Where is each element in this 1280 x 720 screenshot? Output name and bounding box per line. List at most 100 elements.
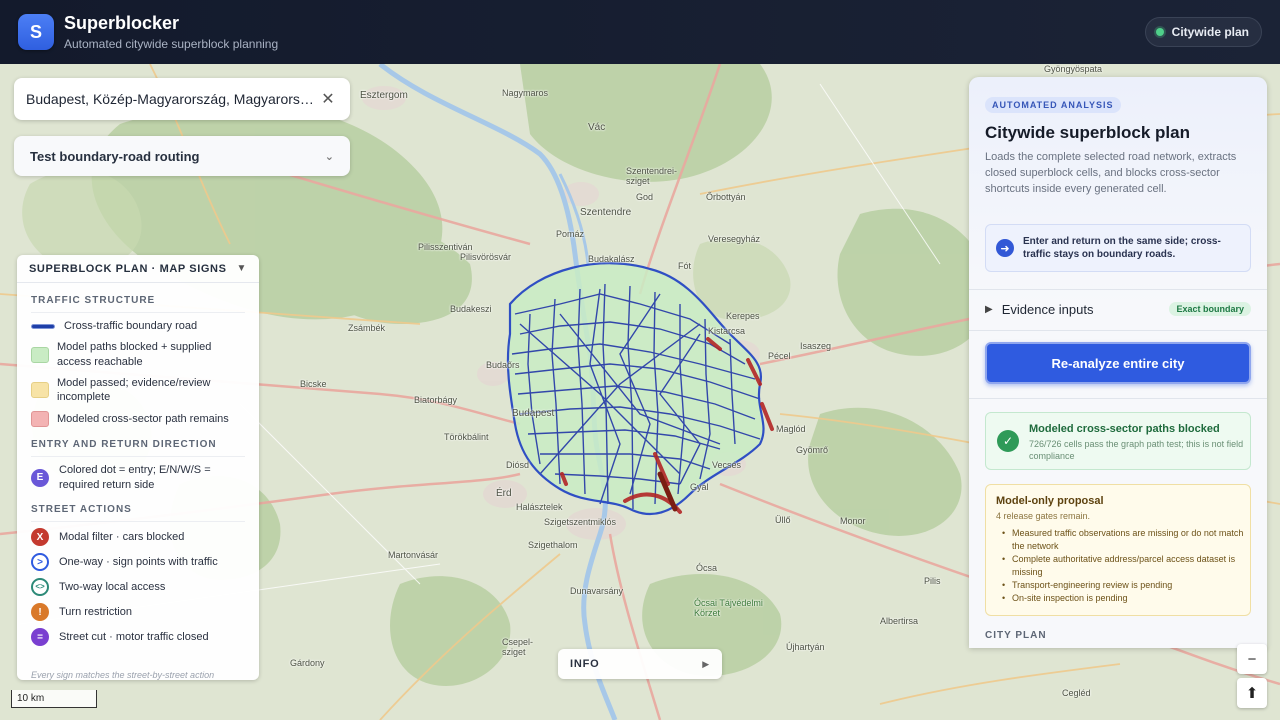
list-item: Complete authoritative address/parcel ac… [1000, 553, 1248, 579]
status-dot-icon [1155, 28, 1164, 36]
legend-item-boundary-road: Cross-traffic boundary road [31, 319, 245, 333]
place-label: Gyál [690, 482, 709, 492]
legend-section-actions: STREET ACTIONS [31, 504, 245, 523]
routing-dropdown[interactable]: Test boundary-road routing ⌄ [14, 136, 350, 176]
routing-tip: ➜ Enter and return on the same side; cro… [985, 224, 1251, 272]
place-label: Isaszeg [800, 341, 832, 351]
divider [969, 330, 1267, 331]
routing-label: Test boundary-road routing [30, 148, 200, 164]
chevron-down-icon: ⌄ [324, 150, 334, 163]
zoom-out-button[interactable]: − [1237, 644, 1267, 674]
place-label: Szigetszentmiklós [544, 517, 617, 527]
place-label: Újhartyán [786, 642, 825, 652]
legend-label: Two-way local access [59, 580, 166, 593]
place-label: Budakeszi [450, 304, 492, 314]
legend-item-passed: Model passed; evidence/review incomplete [31, 376, 245, 405]
place-label: Ócsai Tájvédelmi Körzet [694, 598, 763, 618]
place-label: Dunavarsány [570, 586, 624, 596]
place-label: Ócsa [696, 563, 718, 573]
legend-item-blocked: Model paths blocked + supplied access re… [31, 340, 245, 369]
location-search[interactable]: Budapest, Közép-Magyarország, Magyarorsz… [14, 78, 350, 120]
yellow-swatch [31, 382, 49, 399]
proposal-subtitle: 4 release gates remain. [996, 511, 1091, 521]
exact-boundary-badge: Exact boundary [1169, 302, 1251, 316]
app-logo: S [18, 14, 54, 50]
place-label: Diósd [506, 460, 530, 470]
place-label: Pilisvörösvár [460, 252, 512, 262]
list-item: Transport-engineering review is pending [1000, 579, 1248, 592]
boundary-line-swatch [31, 323, 55, 329]
success-title: Modeled cross-sector paths blocked [1029, 423, 1220, 435]
place-label: Pomáz [556, 229, 585, 239]
panel-title: Citywide superblock plan [985, 123, 1190, 142]
app-title: Superblocker [64, 13, 180, 33]
place-label: Szigethalom [528, 540, 578, 550]
one-way-icon: > [31, 553, 49, 572]
legend-label: Model paths blocked + supplied access re… [57, 341, 212, 368]
list-item: Measured traffic observations are missin… [1000, 527, 1248, 553]
tip-text: Enter and return on the same side; cross… [1023, 236, 1221, 260]
panel-description: Loads the complete selected road network… [985, 151, 1237, 195]
legend-header[interactable]: SUPERBLOCK PLAN · MAP SIGNS ▼ [17, 255, 259, 283]
automated-analysis-badge: AUTOMATED ANALYSIS [985, 97, 1121, 113]
place-label: Gyömrő [796, 445, 829, 455]
place-label: Zsámbék [348, 323, 386, 333]
legend-label: Colored dot = entry; E/N/W/S = required … [59, 464, 211, 491]
place-label: Bicske [300, 379, 327, 389]
legend-label: Modeled cross-sector path remains [57, 413, 229, 426]
place-label: Halásztelek [516, 502, 563, 512]
place-label: Törökbálint [444, 432, 489, 442]
legend-label: Cross-traffic boundary road [64, 320, 198, 332]
map-scale: 10 km [11, 690, 97, 708]
expand-triangle-icon: ▶ [702, 658, 710, 669]
two-way-icon: <> [31, 578, 49, 597]
compass-icon[interactable]: ⬆ [1237, 678, 1267, 708]
place-label: Cegléd [1062, 688, 1091, 698]
entry-dot-icon: E [31, 468, 49, 487]
turn-restriction-icon: ! [31, 603, 49, 622]
place-label: Martonvásár [388, 550, 439, 560]
analysis-panel: AUTOMATED ANALYSIS Citywide superblock p… [969, 77, 1267, 648]
place-label: Csepel-sziget [502, 637, 534, 657]
list-item: On-site inspection is pending [1000, 592, 1248, 605]
legend-footer: Every sign matches the street-by-street … [31, 670, 215, 680]
app-subtitle: Automated citywide superblock planning [64, 37, 279, 51]
divider [969, 289, 1267, 290]
collapse-triangle-icon[interactable]: ▼ [237, 263, 248, 274]
place-label: Esztergom [360, 90, 408, 101]
legend-label: Turn restriction [59, 605, 132, 618]
place-label: Fót [678, 261, 692, 271]
legend-label: Model passed; evidence/review incomplete [57, 376, 211, 404]
legend-title: SUPERBLOCK PLAN · MAP SIGNS [29, 262, 227, 275]
place-label: Érd [496, 488, 512, 499]
place-label: Üllő [775, 515, 791, 525]
evidence-inputs-toggle[interactable]: ▶ Evidence inputs Exact boundary [985, 299, 1251, 319]
success-notice: ✓ Modeled cross-sector paths blocked 726… [985, 412, 1251, 470]
green-swatch [31, 346, 49, 363]
legend-item-one-way: > One-way · sign points with traffic [31, 553, 245, 572]
place-label: Pilisszentiván [418, 242, 473, 252]
place-label: Szentendre [580, 207, 632, 218]
citywide-plan-label: Citywide plan [1171, 25, 1249, 39]
modal-filter-icon: X [31, 528, 49, 547]
info-toggle[interactable]: INFO ▶ [558, 649, 722, 679]
legend-item-remaining: Modeled cross-sector path remains [31, 411, 245, 428]
place-label: Őrbottyán [706, 192, 746, 202]
reanalyze-button[interactable]: Re-analyze entire city [985, 342, 1251, 384]
legend-label: Modal filter · cars blocked [59, 530, 185, 543]
citywide-plan-pill[interactable]: Citywide plan [1144, 17, 1262, 47]
legend-item-street-cut: = Street cut · motor traffic closed [31, 628, 245, 647]
legend-label: Street cut · motor traffic closed [59, 630, 209, 643]
search-input[interactable]: Budapest, Közép-Magyarország, Magyarorsz… [26, 91, 318, 107]
place-label: Pilis [924, 576, 941, 586]
release-gates-list: Measured traffic observations are missin… [1000, 527, 1248, 605]
brand: Superblocker Automated citywide superblo… [64, 13, 278, 51]
place-label: Vecsés [712, 460, 742, 470]
place-label: Budaőrs [486, 360, 520, 370]
place-label: Budapest [512, 408, 555, 419]
street-cut-icon: = [31, 628, 49, 647]
legend-item-two-way: <> Two-way local access [31, 578, 245, 597]
legend-item-entry-return: E Colored dot = entry; E/N/W/S = require… [31, 463, 245, 492]
close-icon[interactable]: ✕ [318, 89, 338, 109]
top-bar: S Superblocker Automated citywide superb… [0, 0, 1280, 64]
